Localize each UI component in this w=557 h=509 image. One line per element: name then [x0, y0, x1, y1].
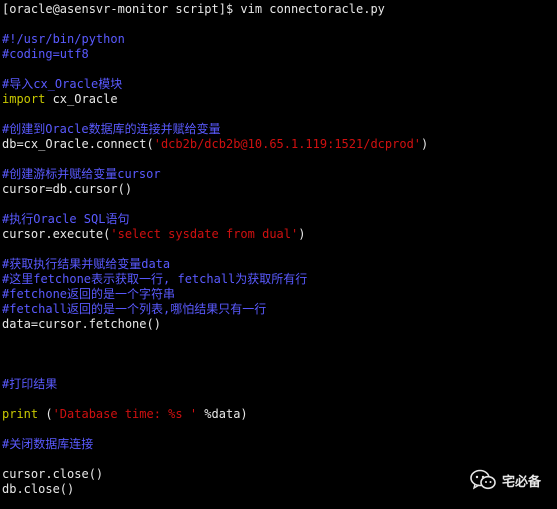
connect-call: db=cx_Oracle.connect(	[2, 137, 154, 151]
connect-close-paren: )	[421, 137, 429, 151]
print-keyword: print	[2, 407, 39, 421]
comment-print: #打印结果	[2, 377, 58, 391]
comment-cursor: #创建游标并赋给变量cursor	[2, 167, 161, 181]
print-line: print ('Database time: %s ' %data)	[2, 407, 248, 422]
cursor-line: cursor=db.cursor()	[2, 182, 133, 196]
connect-string: 'dcb2b/dcb2b@10.65.1.119:1521/dcprod'	[153, 137, 422, 151]
comment-fetch-4: #fetchall返回的是一个列表,哪怕结果只有一行	[2, 302, 267, 316]
comment-fetch-2: #这里fetchone表示获取一行, fetchall为获取所有行	[2, 272, 308, 286]
execute-sql-string: 'select sysdate from dual'	[110, 227, 299, 241]
watermark-label: 宅必备	[501, 474, 541, 490]
print-format-string: 'Database time: %s '	[52, 407, 198, 421]
close-cursor-line: cursor.close()	[2, 467, 104, 481]
comment-execute: #执行Oracle SQL语句	[2, 212, 130, 226]
shell-prompt: [oracle@asensvr-monitor script]$ vim con…	[2, 2, 385, 16]
execute-call: cursor.execute(	[2, 227, 111, 241]
comment-fetch-3: #fetchone返回的是一个字符串	[2, 287, 176, 301]
import-keyword: import	[2, 92, 46, 106]
print-open: (	[38, 407, 53, 421]
execute-close-paren: )	[298, 227, 306, 241]
comment-connect: #创建到Oracle数据库的连接并赋给变量	[2, 122, 221, 136]
execute-line: cursor.execute('select sysdate from dual…	[2, 227, 305, 242]
comment-import: #导入cx_Oracle模块	[2, 77, 123, 91]
fetch-line: data=cursor.fetchone()	[2, 317, 161, 331]
import-line: import cx_Oracle	[2, 92, 118, 107]
watermark: 宅必备	[470, 469, 541, 491]
coding-line: #coding=utf8	[2, 47, 89, 61]
connect-line: db=cx_Oracle.connect('dcb2b/dcb2b@10.65.…	[2, 137, 428, 152]
terminal-window[interactable]: [oracle@asensvr-monitor script]$ vim con…	[0, 0, 557, 509]
print-args: %data)	[197, 407, 248, 421]
close-db-line: db.close()	[2, 482, 75, 496]
wechat-icon	[470, 469, 496, 491]
shebang-line: #!/usr/bin/python	[2, 32, 125, 46]
comment-close: #关闭数据库连接	[2, 437, 94, 451]
import-module: cx_Oracle	[45, 92, 118, 106]
comment-fetch-1: #获取执行结果并赋给变量data	[2, 257, 171, 271]
